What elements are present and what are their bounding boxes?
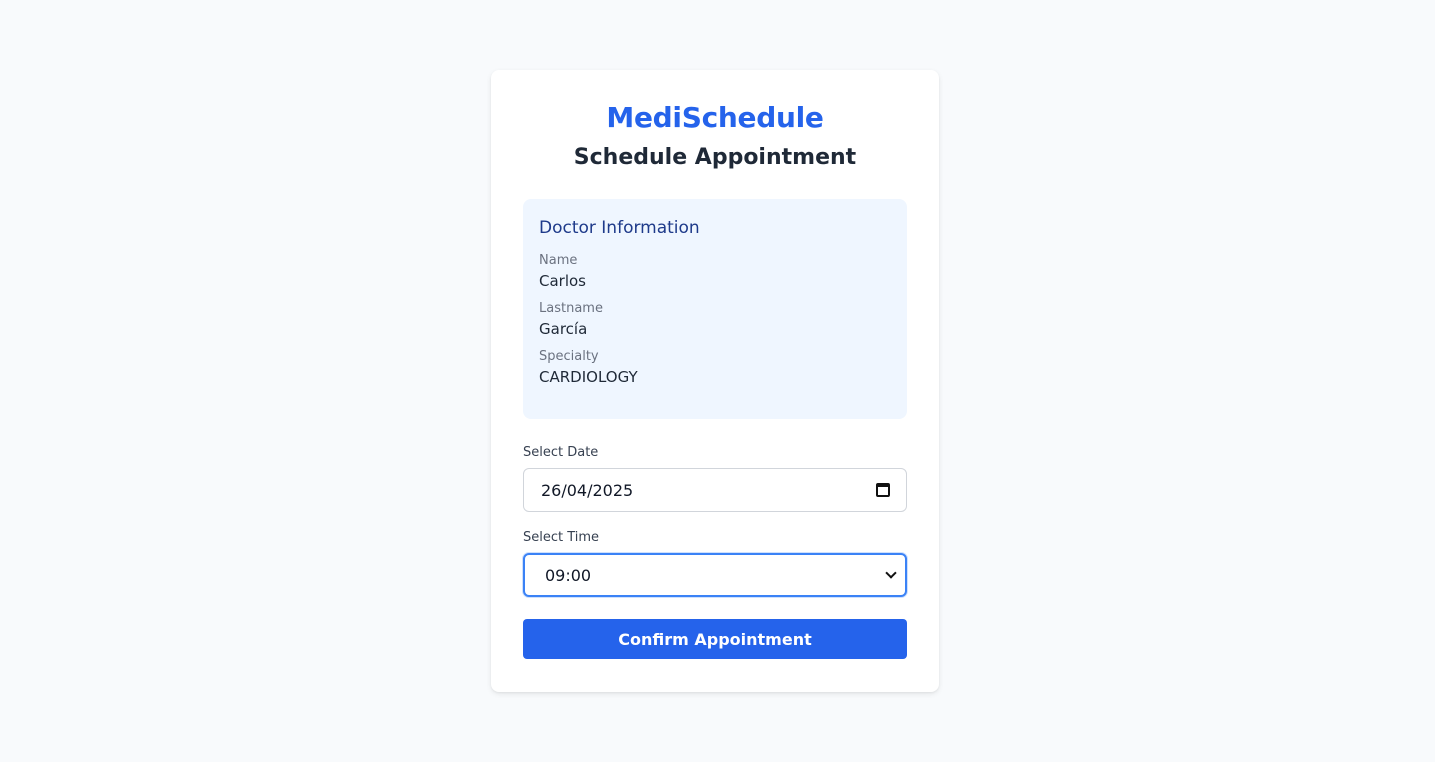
doctor-lastname-label: Lastname (539, 301, 603, 316)
date-input-value: 26/04/2025 (541, 480, 634, 500)
date-input[interactable]: 26/04/2025 (523, 468, 907, 512)
doctor-name-label: Name (539, 253, 578, 268)
doctor-specialty-value: CARDIOLOGY (539, 368, 638, 386)
time-select[interactable]: 09:00 (523, 553, 907, 597)
date-field-label: Select Date (523, 445, 599, 460)
calendar-icon[interactable] (876, 483, 890, 497)
brand-logo-text: MediSchedule (606, 101, 824, 134)
confirm-appointment-button[interactable]: Confirm Appointment (523, 619, 907, 659)
doctor-info-heading: Doctor Information (539, 218, 700, 238)
doctor-name-value: Carlos (539, 272, 586, 290)
time-select-value: 09:00 (545, 565, 592, 585)
time-field-label: Select Time (523, 530, 600, 545)
doctor-specialty-label: Specialty (539, 349, 599, 364)
page-title: Schedule Appointment (573, 145, 857, 170)
doctor-info-panel: Doctor Information Name Carlos Lastname … (523, 199, 907, 419)
chevron-down-icon[interactable] (885, 567, 897, 579)
appointment-card: MediSchedule Schedule Appointment Doctor… (491, 70, 939, 692)
doctor-lastname-value: García (539, 320, 588, 338)
